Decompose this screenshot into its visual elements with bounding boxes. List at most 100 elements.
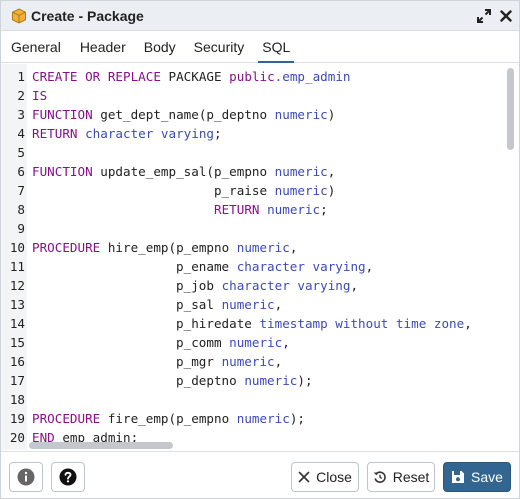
code-text: p_raise numeric) bbox=[32, 181, 335, 200]
line-number: 12 bbox=[9, 278, 25, 293]
sql-text: p_deptno bbox=[32, 373, 245, 388]
code-text: CREATE OR REPLACE PACKAGE public.emp_adm… bbox=[32, 67, 351, 86]
line-number: 11 bbox=[9, 259, 25, 274]
reset-button[interactable]: Reset bbox=[367, 462, 435, 492]
sql-text: ; bbox=[320, 202, 328, 217]
code-line: 5 bbox=[1, 143, 501, 162]
sql-text: ); bbox=[289, 411, 305, 426]
sql-keyword: public bbox=[229, 69, 275, 84]
tab-general[interactable]: General bbox=[11, 32, 61, 62]
sql-type: numeric bbox=[221, 297, 275, 312]
sql-text: , bbox=[274, 354, 283, 369]
sql-type: numeric bbox=[274, 183, 328, 198]
sql-type: character varying bbox=[221, 278, 351, 293]
tab-security[interactable]: Security bbox=[194, 32, 245, 62]
title-bar[interactable]: Create - Package bbox=[1, 1, 519, 31]
save-button[interactable]: Save bbox=[443, 462, 511, 492]
line-number: 20 bbox=[9, 430, 25, 445]
sql-text: p_raise bbox=[32, 183, 275, 198]
package-icon bbox=[11, 7, 27, 24]
code-text: PROCEDURE fire_emp(p_empno numeric); bbox=[32, 409, 305, 428]
line-number: 15 bbox=[9, 335, 25, 350]
sql-type: .emp_admin bbox=[274, 69, 351, 84]
sql-text: p_comm bbox=[32, 335, 230, 350]
help-button[interactable] bbox=[51, 462, 85, 492]
vertical-scrollbar[interactable] bbox=[507, 68, 514, 150]
line-number: 16 bbox=[9, 354, 25, 369]
sql-text: ) bbox=[327, 183, 336, 198]
code-text: p_mgr numeric, bbox=[32, 352, 282, 371]
reset-icon bbox=[373, 471, 386, 483]
sql-text: , bbox=[464, 316, 472, 331]
code-text: p_comm numeric, bbox=[32, 333, 290, 352]
line-number: 17 bbox=[9, 373, 25, 388]
close-button-label: Close bbox=[316, 469, 352, 485]
code-text: p_ename character varying, bbox=[32, 257, 373, 276]
line-number: 2 bbox=[17, 88, 25, 103]
close-icon[interactable] bbox=[497, 7, 515, 25]
line-number: 3 bbox=[17, 107, 25, 122]
sql-keyword: FUNCTION bbox=[32, 164, 93, 179]
tab-header[interactable]: Header bbox=[80, 32, 126, 62]
sql-type: numeric bbox=[274, 164, 328, 179]
sql-text: PACKAGE bbox=[168, 69, 230, 84]
sql-text: , bbox=[350, 278, 359, 293]
sql-type: numeric bbox=[221, 354, 275, 369]
code-line: 12 p_job character varying, bbox=[1, 276, 501, 295]
code-text: p_sal numeric, bbox=[32, 295, 282, 314]
sql-type: numeric bbox=[244, 373, 298, 388]
sql-keyword: PROCEDURE bbox=[32, 411, 101, 426]
expand-icon[interactable] bbox=[475, 7, 493, 25]
code-line: 15 p_comm numeric, bbox=[1, 333, 501, 352]
sql-text: , bbox=[289, 240, 298, 255]
sql-text: get_dept_name(p_deptno bbox=[100, 107, 275, 122]
code-line: 14 p_hiredate timestamp without time zon… bbox=[1, 314, 501, 333]
x-icon bbox=[298, 471, 310, 483]
code-line: 16 p_mgr numeric, bbox=[1, 352, 501, 371]
sql-type: numeric bbox=[236, 411, 290, 426]
line-number: 1 bbox=[17, 69, 25, 84]
line-number: 5 bbox=[17, 145, 25, 160]
code-line: 2 IS bbox=[1, 86, 501, 105]
line-number: 8 bbox=[17, 202, 25, 217]
code-text: p_hiredate timestamp without time zone, bbox=[32, 314, 472, 333]
line-number: 14 bbox=[9, 316, 25, 331]
sql-text: ; bbox=[213, 126, 222, 141]
sql-keyword: FUNCTION bbox=[32, 107, 93, 122]
horizontal-scrollbar[interactable] bbox=[29, 442, 173, 449]
save-button-label: Save bbox=[471, 469, 503, 485]
reset-button-label: Reset bbox=[392, 469, 430, 485]
code-line: 18 bbox=[1, 390, 501, 409]
tab-body[interactable]: Body bbox=[144, 32, 176, 62]
dialog-title: Create - Package bbox=[31, 7, 144, 24]
code-text: RETURN numeric; bbox=[32, 200, 328, 219]
code-line: 17 p_deptno numeric); bbox=[1, 371, 501, 390]
code-line: 19 PROCEDURE fire_emp(p_empno numeric); bbox=[1, 409, 501, 428]
sql-text: hire_emp(p_empno bbox=[107, 240, 237, 255]
tab-sql[interactable]: SQL bbox=[258, 32, 295, 63]
info-button[interactable] bbox=[9, 462, 43, 492]
sql-type: numeric bbox=[274, 107, 328, 122]
info-icon bbox=[17, 468, 35, 486]
sql-text: fire_emp(p_empno bbox=[107, 411, 237, 426]
close-button[interactable]: Close bbox=[291, 462, 359, 492]
sql-editor[interactable]: 1 CREATE OR REPLACE PACKAGE public.emp_ad… bbox=[1, 64, 519, 450]
line-number: 7 bbox=[17, 183, 25, 198]
code-text: p_job character varying, bbox=[32, 276, 358, 295]
sql-keyword: CREATE OR REPLACE bbox=[32, 69, 161, 84]
help-icon bbox=[59, 468, 77, 486]
line-number: 19 bbox=[9, 411, 25, 426]
sql-text: ) bbox=[327, 107, 336, 122]
code-text: PROCEDURE hire_emp(p_empno numeric, bbox=[32, 238, 297, 257]
code-line: 4 RETURN character varying; bbox=[1, 124, 501, 143]
sql-type: numeric bbox=[229, 335, 283, 350]
code-line: 11 p_ename character varying, bbox=[1, 257, 501, 276]
create-package-dialog: Create - Package General Header Body Sec… bbox=[0, 0, 520, 499]
sql-text: p_ename bbox=[32, 259, 237, 274]
line-number: 10 bbox=[9, 240, 25, 255]
code-line: 1 CREATE OR REPLACE PACKAGE public.emp_ad… bbox=[1, 67, 501, 86]
sql-keyword: RETURN bbox=[32, 126, 78, 141]
sql-keyword: IS bbox=[32, 88, 48, 103]
sql-text: p_sal bbox=[32, 297, 222, 312]
